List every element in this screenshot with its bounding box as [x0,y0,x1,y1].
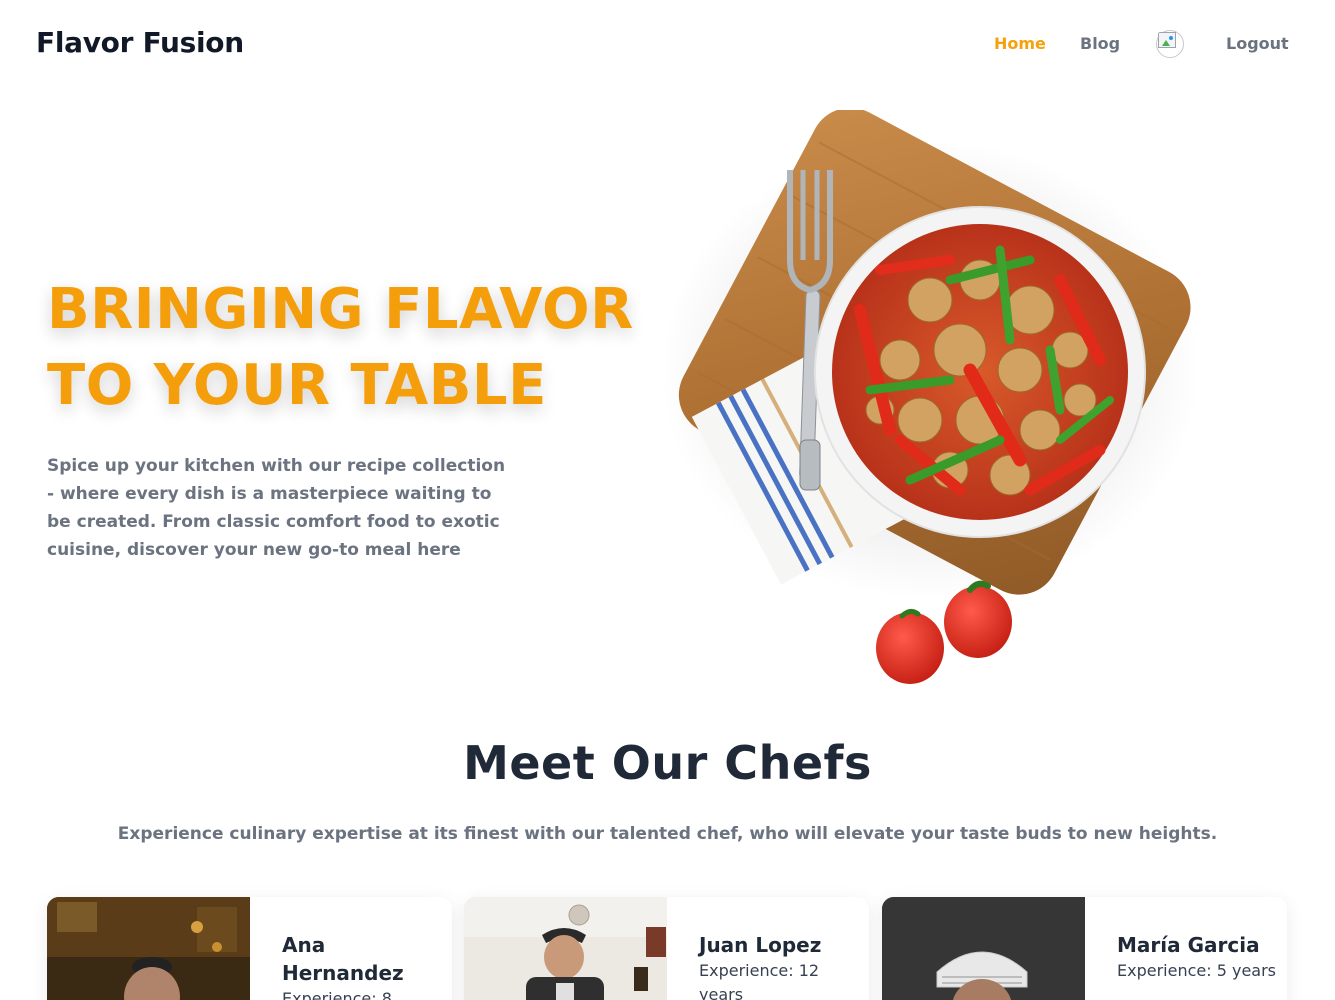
hero-heading-line-2: TO YOUR TABLE [47,353,547,418]
chefs-section-subtitle: Experience culinary expertise at its fin… [117,824,1218,844]
chef-card-juan-lopez[interactable]: Juan Lopez Experience: 12 years [464,897,869,1000]
hero-description: Spice up your kitchen with our recipe co… [47,456,506,560]
chef-experience: Experience: 12 years [699,961,820,1000]
chef-experience: Experience: 5 years [1117,961,1276,980]
chef-name: Juan Lopez [699,933,822,957]
chef-experience: Experience: 8 [282,989,392,1000]
chef-info: Ana Hernandez Experience: 8 [282,931,442,1000]
chef-photo [464,897,667,1000]
nav-logout-link[interactable]: Logout [1226,34,1289,53]
user-avatar[interactable] [1154,28,1186,60]
hero-food-image [640,107,1200,710]
chef-name: María Garcia [1117,933,1260,957]
broken-image-icon [1156,30,1184,58]
chef-name: Ana Hernandez [282,933,404,985]
nav-home-link[interactable]: Home [994,34,1046,53]
dish-illustration [660,107,1200,684]
chef-card-maria-garcia[interactable]: María Garcia Experience: 5 years [882,897,1287,1000]
chef-info: María Garcia Experience: 5 years [1117,931,1277,983]
chef-photo [882,897,1085,1000]
chef-info: Juan Lopez Experience: 12 years [699,931,859,1000]
chef-card-ana-hernandez[interactable]: Ana Hernandez Experience: 8 [47,897,452,1000]
chefs-section-title: Meet Our Chefs [463,736,872,790]
hero-heading: BRINGING FLAVOR TO YOUR TABLE [47,272,647,424]
top-nav-bar: Flavor Fusion Home Blog Logout [0,0,1335,88]
brand-logo[interactable]: Flavor Fusion [36,26,244,59]
nav-blog-link[interactable]: Blog [1080,34,1120,53]
hero-heading-line-1: BRINGING FLAVOR [47,277,634,342]
chef-photo [47,897,250,1000]
